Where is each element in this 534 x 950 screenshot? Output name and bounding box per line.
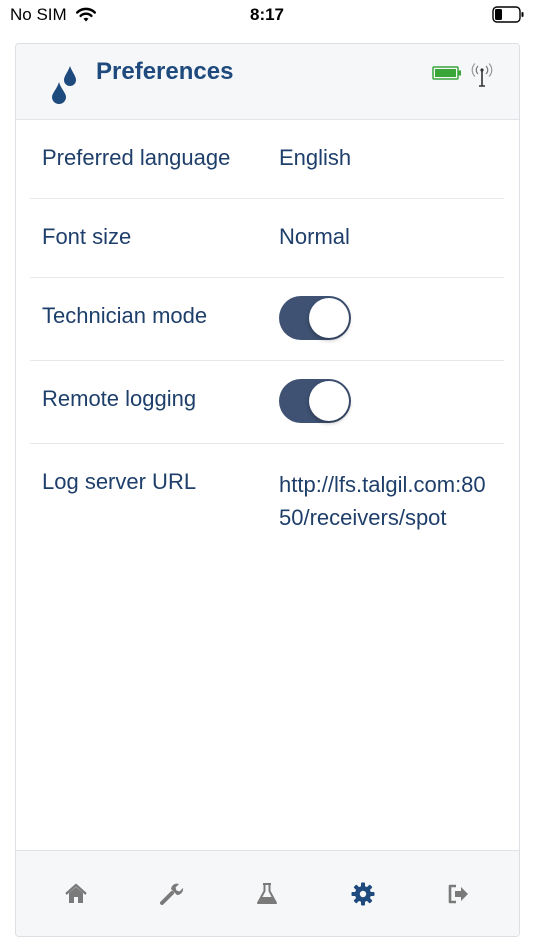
language-label: Preferred language [42,145,231,170]
water-drops-icon [52,66,76,104]
sign-out-icon [448,884,468,904]
language-row[interactable]: Preferred language English [30,120,504,199]
nav-logout[interactable] [445,881,471,907]
gear-icon [351,882,375,906]
toggle-knob [309,298,349,338]
page-title: Preferences [96,58,234,85]
remote-logging-label: Remote logging [42,386,197,411]
preferences-card: Preferences Preferred language English F… [15,43,520,937]
bottom-nav [16,850,519,936]
antenna-signal-icon [471,63,493,87]
nav-settings[interactable] [350,881,376,907]
flask-icon [257,883,277,904]
preferences-list: Preferred language English Font size Nor… [30,120,504,604]
log-server-value[interactable]: http://lfs.talgil.com:8050/receivers/spo… [279,468,497,534]
home-icon [65,883,87,903]
technician-mode-label: Technician mode [42,303,208,328]
status-time: 8:17 [249,5,285,24]
remote-logging-row: Remote logging [30,361,504,444]
font-size-value[interactable]: Normal [279,224,350,250]
wrench-icon [160,883,184,905]
card-header: Preferences [16,44,519,120]
nav-home[interactable] [63,881,89,907]
technician-mode-row: Technician mode [30,278,504,361]
phone-battery-icon [492,6,524,23]
nav-lab[interactable] [254,881,280,907]
language-value[interactable]: English [279,145,351,171]
log-server-row[interactable]: Log server URL http://lfs.talgil.com:805… [30,444,504,604]
toggle-knob [309,381,349,421]
log-server-label: Log server URL [42,469,197,494]
battery-full-icon [432,66,461,80]
remote-logging-toggle[interactable] [279,379,351,423]
status-bar: No SIM 8:17 [0,0,534,32]
font-size-label: Font size [42,224,132,249]
font-size-row[interactable]: Font size Normal [30,199,504,278]
technician-mode-toggle[interactable] [279,296,351,340]
nav-tools[interactable] [158,881,184,907]
